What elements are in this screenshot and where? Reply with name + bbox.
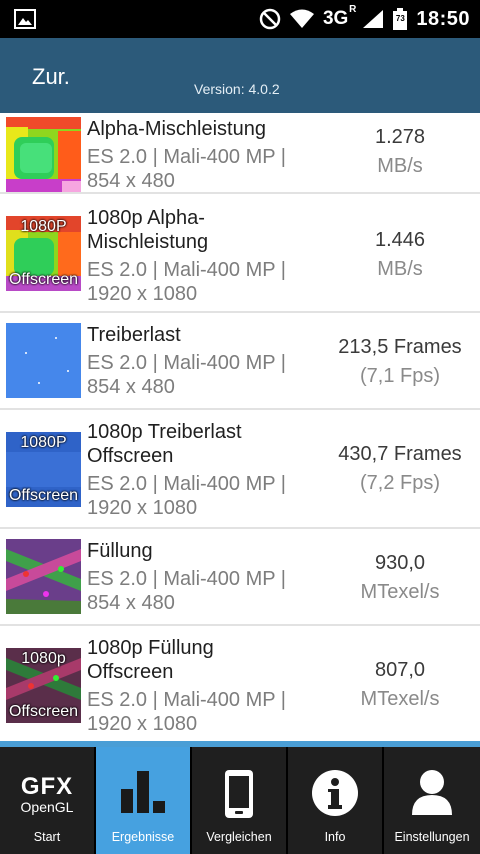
test-score: 1.446 [374, 229, 426, 251]
test-thumbnail [6, 323, 81, 398]
clock: 18:50 [416, 7, 470, 30]
test-name-line2: Offscreen [87, 445, 174, 467]
test-score: 430,7 Frames [338, 443, 462, 465]
nav-label: Vergleichen [206, 830, 272, 844]
phone-icon [225, 770, 253, 818]
battery-level: 73 [395, 14, 405, 23]
opengl-logo-text: OpenGL [20, 799, 74, 815]
nav-label: Einstellungen [394, 830, 470, 844]
info-icon [312, 770, 358, 816]
test-unit: MB/s [377, 258, 423, 280]
test-unit: (7,2 Fps) [359, 472, 441, 494]
test-resolution: 1920 x 1080 [87, 497, 198, 519]
result-row-1080p-driver-overhead[interactable]: 1080P Offscreen 1080p Treiberlast Offscr… [0, 410, 480, 529]
wifi-icon [289, 9, 314, 28]
test-name-line2: Mischleistung [87, 231, 209, 253]
test-score: 1.278 [374, 126, 426, 148]
result-row-fill-rate[interactable]: Füllung ES 2.0 | Mali-400 MP | 854 x 480… [0, 529, 480, 626]
test-name: Alpha-Mischleistung [87, 118, 266, 140]
nav-settings[interactable]: Einstellungen [384, 747, 480, 854]
thumbnail-offscreen-label: Offscreen [8, 487, 79, 504]
thumbnail-offscreen-label: Offscreen [8, 271, 79, 288]
test-resolution: 854 x 480 [87, 376, 175, 398]
test-api: ES 2.0 | Mali-400 MP | [87, 352, 286, 374]
signal-icon [363, 10, 384, 28]
version-label: Version: 4.0.2 [194, 81, 280, 97]
test-unit: MTexel/s [360, 581, 440, 603]
test-name: Treiberlast [87, 324, 181, 346]
thumbnail-resolution-label: 1080P [20, 218, 67, 235]
test-api: ES 2.0 | Mali-400 MP | [87, 568, 286, 590]
test-thumbnail [6, 539, 81, 614]
test-resolution: 854 x 480 [87, 170, 175, 192]
do-not-disturb-icon [259, 8, 281, 30]
nav-compare[interactable]: Vergleichen [192, 747, 288, 854]
test-name: 1080p Füllung [87, 637, 214, 659]
user-icon [412, 770, 452, 815]
test-api: ES 2.0 | Mali-400 MP | [87, 689, 286, 711]
test-score: 807,0 [374, 659, 426, 681]
results-list[interactable]: Alpha-Mischleistung ES 2.0 | Mali-400 MP… [0, 113, 480, 741]
image-notification-icon [14, 9, 36, 29]
result-row-1080p-fill-rate[interactable]: 1080p Offscreen 1080p Füllung Offscreen … [0, 626, 480, 741]
test-api: ES 2.0 | Mali-400 MP | [87, 146, 286, 168]
nav-label: Ergebnisse [111, 830, 175, 844]
test-thumbnail: 1080P Offscreen [6, 216, 81, 291]
bottom-navigation: GFX OpenGL Start Ergebnisse Vergleichen … [0, 747, 480, 854]
test-resolution: 1920 x 1080 [87, 283, 198, 305]
test-unit: MTexel/s [360, 688, 440, 710]
app-header: Zur. Version: 4.0.2 [0, 38, 480, 113]
test-resolution: 1920 x 1080 [87, 713, 198, 735]
test-name: 1080p Treiberlast [87, 421, 242, 443]
status-bar: 3G R 73 18:50 [0, 0, 480, 38]
test-unit: (7,1 Fps) [359, 365, 441, 387]
nav-results[interactable]: Ergebnisse [96, 747, 192, 854]
nav-start[interactable]: GFX OpenGL Start [0, 747, 96, 854]
test-resolution: 854 x 480 [87, 592, 175, 614]
test-score: 930,0 [374, 552, 426, 574]
test-thumbnail: 1080P Offscreen [6, 432, 81, 507]
result-row-driver-overhead[interactable]: Treiberlast ES 2.0 | Mali-400 MP | 854 x… [0, 313, 480, 410]
test-unit: MB/s [377, 155, 423, 177]
result-row-alpha-blending[interactable]: Alpha-Mischleistung ES 2.0 | Mali-400 MP… [0, 113, 480, 194]
test-api: ES 2.0 | Mali-400 MP | [87, 473, 286, 495]
thumbnail-resolution-label: 1080p [21, 650, 66, 667]
test-score: 213,5 Frames [338, 336, 462, 358]
thumbnail-offscreen-label: Offscreen [8, 703, 79, 720]
test-name-line2: Offscreen [87, 661, 174, 683]
network-type: 3G R [322, 4, 357, 29]
test-name: Füllung [87, 540, 153, 562]
nav-label: Info [324, 830, 346, 844]
gfx-logo-text: GFX [20, 773, 74, 800]
test-api: ES 2.0 | Mali-400 MP | [87, 259, 286, 281]
test-thumbnail: 1080p Offscreen [6, 648, 81, 723]
test-thumbnail [6, 117, 81, 192]
nav-info[interactable]: Info [288, 747, 384, 854]
gfx-logo-icon: GFX OpenGL [7, 773, 87, 816]
bar-chart-icon [121, 771, 165, 813]
back-button[interactable]: Zur. [32, 64, 70, 90]
thumbnail-resolution-label: 1080P [20, 434, 67, 451]
result-row-1080p-alpha-blending[interactable]: 1080P Offscreen 1080p Alpha- Mischleistu… [0, 194, 480, 313]
nav-label: Start [33, 830, 61, 844]
test-name: 1080p Alpha- [87, 207, 205, 229]
battery-icon: 73 [392, 8, 408, 30]
